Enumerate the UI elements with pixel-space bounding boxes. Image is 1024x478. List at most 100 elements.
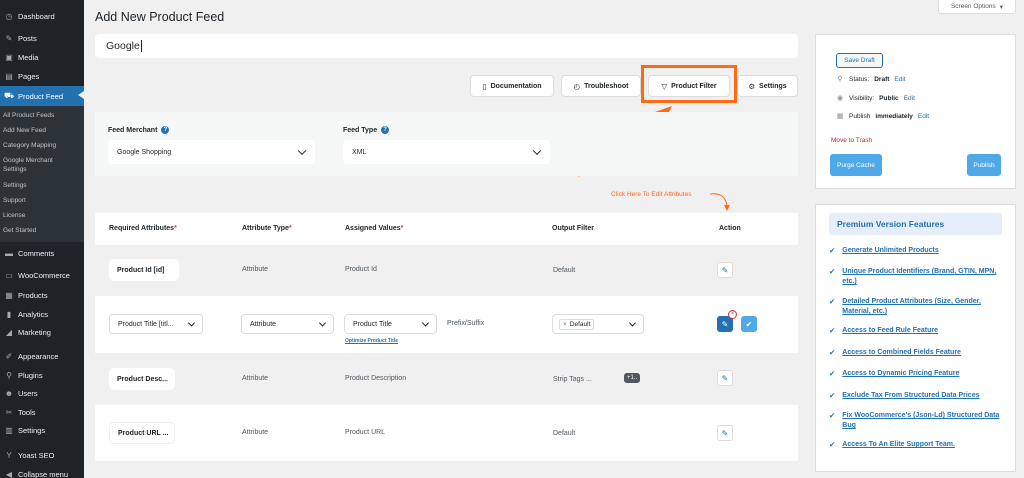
edit-publish-link[interactable]: Edit [918,113,929,120]
pages-icon: ▤ [5,71,13,81]
sidebar-item-collapse[interactable]: ◀ Collapse menu [0,465,84,478]
table-row: Product Title [titl... Attribute Product… [95,296,798,353]
settings-icon: ▥ [5,425,13,435]
publish-button[interactable]: Publish [967,154,1001,176]
required-asterisk: * [400,225,404,232]
sidebar-item-comments[interactable]: ▬ Comments [0,244,84,262]
pin-icon: ⚲ [837,76,843,83]
sidebar-item-tools[interactable]: ✂ Tools [0,403,84,421]
documentation-button[interactable]: ▯ Documentation [470,75,554,97]
submenu-support[interactable]: Support [3,196,26,205]
premium-feature-item[interactable]: ✔ Exclude Tax From Structured Data Prices [829,391,1009,401]
sidebar-item-marketing[interactable]: ◢ Marketing [0,323,84,341]
remove-x-icon[interactable]: × [563,321,567,328]
required-attribute-pill[interactable]: Product Desc... [109,368,175,390]
settings-button[interactable]: ⚙ Settings [737,75,798,97]
output-filter-tag-label: Default [569,320,591,328]
attributes-table: Required Attributes* Attribute Type* Ass… [95,213,798,478]
sidebar-item-product-feed[interactable]: ⛟ Product Feed [0,86,84,106]
sidebar-item-analytics[interactable]: ▮ Analytics [0,305,84,323]
help-icon[interactable]: ? [381,126,390,134]
publish-time-row: ▦ Publish immediately Edit [836,112,929,121]
attribute-type-text: Attribute [242,375,269,382]
sidebar-item-yoast[interactable]: Y Yoast SEO [0,446,84,464]
chevron-down-icon [421,319,430,327]
check-icon: ✔ [829,246,836,255]
chevron-down-icon [532,146,542,156]
screen-options-button[interactable]: Screen Options ▾ [938,0,1016,14]
check-icon: ✔ [829,348,836,357]
cart-icon: ⛟ [4,91,15,100]
sidebar-item-label: Dashboard [18,11,55,21]
optimize-title-link[interactable]: Optimize Product Title [345,338,398,344]
premium-feature-item[interactable]: ✔ Access to Feed Rule Feature [829,326,1009,336]
product-feed-submenu: All Product Feeds Add New Feed Category … [0,106,84,242]
submenu-google-merchant[interactable]: Google Merchant Settings [3,156,53,174]
sidebar-item-posts[interactable]: ✎ Posts [0,29,84,47]
edit-pencil-icon[interactable]: ✎ [717,425,733,441]
troubleshoot-button[interactable]: ◴ Troubleshoot [561,75,641,97]
required-attribute-select[interactable]: Product Title [titl... [109,314,203,334]
submenu-add-new-feed[interactable]: Add New Feed [3,126,46,135]
header-required-text: Required Attributes [109,225,175,232]
sidebar-item-pages[interactable]: ▤ Pages [0,67,84,85]
sidebar-item-products[interactable]: ▦ Products [0,286,84,304]
submenu-license[interactable]: License [3,211,25,220]
edit-pencil-icon[interactable]: ✎ [717,262,733,278]
wrench-icon: ✂ [5,407,13,417]
prefix-suffix-text[interactable]: Prefix/Suffix [447,320,484,327]
feed-type-select[interactable]: XML [343,140,550,164]
edit-status-link[interactable]: Edit [894,76,905,83]
submenu-settings[interactable]: Settings [3,181,27,190]
product-filter-highlight-box [641,65,737,103]
sidebar-item-dashboard[interactable]: ◷ Dashboard [0,7,84,25]
header-output-filter: Output Filter [552,225,594,232]
attribute-type-select[interactable]: Attribute [241,314,334,334]
submenu-category-mapping[interactable]: Category Mapping [3,141,56,150]
checkmark-icon[interactable]: ✔ [741,316,757,332]
save-draft-button[interactable]: Save Draft [836,53,883,68]
premium-feature-item[interactable]: ✔ Detailed Product Attributes (Size, Gend… [829,297,1009,317]
premium-feature-item[interactable]: ✔ Generate Unlimited Products [829,246,1009,256]
feature-text: Exclude Tax From Structured Data Prices [842,392,980,399]
sidebar-item-plugins[interactable]: ⚲ Plugins [0,366,84,384]
users-icon: ☻ [4,388,14,398]
feed-name-input[interactable]: Google [95,34,798,58]
move-to-trash-link[interactable]: Move to Trash [831,137,872,144]
required-attribute-pill[interactable]: Product Id [id] [109,259,179,281]
sidebar-item-woocommerce[interactable]: ▭ WooCommerce [0,266,84,284]
premium-feature-item[interactable]: ✔ Access To An Elite Support Team. [829,440,1009,450]
woocommerce-icon: ▭ [5,270,13,280]
premium-feature-item[interactable]: ✔ Access to Dynamic Pricing Feature [829,369,1009,379]
required-attribute-pill[interactable]: Product URL ... [109,422,175,444]
output-filter-text: Default [553,267,576,274]
premium-feature-item[interactable]: ✔ Access to Combined Fields Feature [829,348,1009,358]
feed-type-label: Feed Type? [343,126,390,134]
help-icon[interactable]: ? [161,126,170,134]
required-asterisk: * [288,225,292,232]
header-assigned-text: Assigned Values [345,225,401,232]
feed-merchant-select[interactable]: Google Shopping [108,140,315,164]
edit-visibility-link[interactable]: Edit [904,95,915,102]
documentation-label: Documentation [490,82,542,90]
assigned-value-text: Product Description [345,375,407,382]
eye-icon: ◉ [836,95,844,102]
feed-type-label-text: Feed Type [343,126,378,134]
purge-cache-button[interactable]: Purge Cache [830,154,882,176]
output-filter-count-badge: +1.. [624,373,641,383]
assigned-value-select[interactable]: Product Title [344,314,437,334]
close-icon[interactable]: × [728,310,737,319]
page-title: Add New Product Feed [95,10,225,24]
sidebar-item-appearance[interactable]: ✐ Appearance [0,347,84,365]
premium-feature-item[interactable]: ✔ Fix WooCommerce's (Json-Ld) Structured … [829,411,1009,431]
submenu-all-feeds[interactable]: All Product Feeds [3,111,54,120]
output-filter-select[interactable]: × Default [552,314,644,334]
sidebar-item-settings[interactable]: ▥ Settings [0,421,84,439]
premium-feature-item[interactable]: ✔ Unique Product Identifiers (Brand, GTIN… [829,267,1009,287]
publish-label: Publish [849,112,871,120]
gear-icon: ⚙ [748,81,756,91]
edit-pencil-icon[interactable]: ✎ [717,370,733,386]
submenu-get-started[interactable]: Get Started [3,226,36,235]
sidebar-item-users[interactable]: ☻ Users [0,384,84,402]
sidebar-item-media[interactable]: ▣ Media [0,48,84,66]
